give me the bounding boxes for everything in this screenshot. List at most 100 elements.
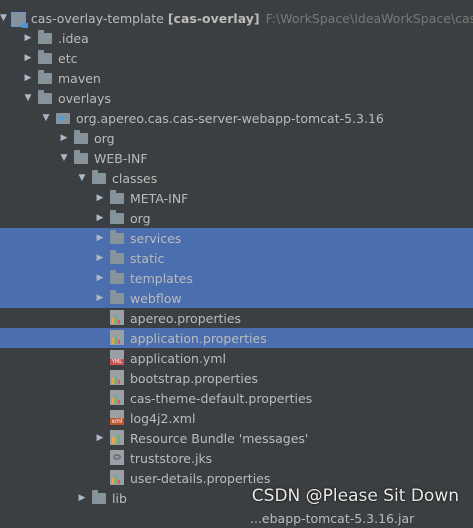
- folder-icon: [110, 250, 126, 266]
- tree-row-label: .idea: [58, 30, 89, 46]
- tree-row[interactable]: META-INF: [0, 188, 473, 208]
- folder-icon: [110, 270, 126, 286]
- tree-row-label: static: [130, 250, 165, 266]
- tree-row-root[interactable]: cas-overlay-template [cas-overlay] F:\Wo…: [0, 8, 473, 28]
- tree-row[interactable]: WEB-INF: [0, 148, 473, 168]
- tree-row-label: user-details.properties: [130, 470, 271, 486]
- tree-row[interactable]: Resource Bundle 'messages': [0, 428, 473, 448]
- arrow-spacer: [94, 308, 106, 328]
- tree-row[interactable]: user-details.properties: [0, 468, 473, 488]
- tree-row[interactable]: static: [0, 248, 473, 268]
- root-name: cas-overlay-template: [30, 10, 164, 26]
- expanded-arrow-icon[interactable]: [58, 148, 70, 168]
- tree-row-label: truststore.jks: [130, 450, 213, 466]
- tree-row-label: services: [130, 230, 182, 246]
- expand-arrow-icon[interactable]: [0, 8, 7, 28]
- properties-file-icon: [110, 470, 126, 486]
- expanded-arrow-icon[interactable]: [40, 108, 52, 128]
- tree-row[interactable]: templates: [0, 268, 473, 288]
- collapsed-arrow-icon[interactable]: [94, 288, 106, 308]
- collapsed-arrow-icon[interactable]: [58, 128, 70, 148]
- folder-icon: [74, 130, 90, 146]
- tree-row[interactable]: .idea: [0, 28, 473, 48]
- arrow-spacer: [94, 328, 106, 348]
- tree-row[interactable]: YML application.yml: [0, 348, 473, 368]
- package-folder-icon: [56, 110, 72, 126]
- tree-row-label: bootstrap.properties: [130, 370, 259, 386]
- tree-row-label: org.apereo.cas.cas-server-webapp-tomcat-…: [76, 110, 384, 126]
- collapsed-arrow-icon[interactable]: [94, 188, 106, 208]
- tree-row-label: org: [94, 130, 115, 146]
- folder-icon: [110, 290, 126, 306]
- tree-row[interactable]: cas-theme-default.properties: [0, 388, 473, 408]
- collapsed-arrow-icon[interactable]: [76, 488, 88, 508]
- xml-file-icon: xml: [110, 410, 126, 426]
- properties-file-icon: [110, 330, 126, 346]
- expanded-arrow-icon[interactable]: [22, 88, 34, 108]
- tree-row-label: WEB-INF: [94, 150, 148, 166]
- tree-row-label: application.yml: [130, 350, 226, 366]
- tree-row[interactable]: webflow: [0, 288, 473, 308]
- collapsed-arrow-icon[interactable]: [22, 68, 34, 88]
- tree-row[interactable]: org.apereo.cas.cas-server-webapp-tomcat-…: [0, 108, 473, 128]
- tree-row[interactable]: truststore.jks: [0, 448, 473, 468]
- collapsed-arrow-icon[interactable]: [22, 28, 34, 48]
- folder-icon: [38, 50, 54, 66]
- tree-row[interactable]: application.properties: [0, 328, 473, 348]
- collapsed-arrow-icon[interactable]: [94, 208, 106, 228]
- tree-row-label: application.properties: [130, 330, 267, 346]
- tree-row-label: Resource Bundle 'messages': [130, 430, 309, 446]
- tree-row-label: org: [130, 210, 151, 226]
- tree-row-label: classes: [112, 170, 158, 186]
- tree-row[interactable]: xml log4j2.xml: [0, 408, 473, 428]
- tree-row[interactable]: overlays: [0, 88, 473, 108]
- tree-row[interactable]: maven: [0, 68, 473, 88]
- module-icon: [10, 10, 28, 28]
- tree-row[interactable]: classes: [0, 168, 473, 188]
- folder-icon: [38, 30, 54, 46]
- tree-row[interactable]: etc: [0, 48, 473, 68]
- tree-row-label: maven: [58, 70, 101, 86]
- arrow-spacer: [94, 468, 106, 488]
- tree-row-partial[interactable]: ...ebapp-tomcat-5.3.16.jar: [0, 508, 473, 528]
- resource-bundle-icon: [110, 430, 126, 446]
- folder-icon: [38, 90, 54, 106]
- tree-row[interactable]: services: [0, 228, 473, 248]
- properties-file-icon: [110, 310, 126, 326]
- yaml-file-icon: YML: [110, 350, 126, 366]
- tree-row-label: webflow: [130, 290, 182, 306]
- tree-row[interactable]: org: [0, 128, 473, 148]
- arrow-spacer: [94, 448, 106, 468]
- tree-row-label: META-INF: [130, 190, 189, 206]
- expanded-arrow-icon[interactable]: [76, 168, 88, 188]
- tree-row-label: log4j2.xml: [130, 410, 196, 426]
- collapsed-arrow-icon[interactable]: [94, 248, 106, 268]
- tree-row[interactable]: bootstrap.properties: [0, 368, 473, 388]
- tree-row-label: overlays: [58, 90, 111, 106]
- folder-icon: [74, 150, 90, 166]
- tree-row-label: cas-theme-default.properties: [130, 390, 313, 406]
- collapsed-arrow-icon[interactable]: [94, 228, 106, 248]
- folder-icon: [110, 210, 126, 226]
- properties-file-icon: [110, 390, 126, 406]
- keystore-file-icon: [110, 450, 126, 466]
- arrow-spacer: [94, 348, 106, 368]
- folder-icon: [110, 230, 126, 246]
- arrow-spacer: [94, 388, 106, 408]
- tree-row[interactable]: org: [0, 208, 473, 228]
- tree-row-label: templates: [130, 270, 193, 286]
- arrow-spacer: [94, 368, 106, 388]
- root-module-tag: [cas-overlay]: [167, 10, 260, 26]
- tree-row-label: etc: [58, 50, 78, 66]
- folder-icon: [92, 490, 108, 506]
- properties-file-icon: [110, 370, 126, 386]
- tree-row[interactable]: apereo.properties: [0, 308, 473, 328]
- tree-row-label: apereo.properties: [130, 310, 242, 326]
- collapsed-arrow-icon[interactable]: [94, 428, 106, 448]
- collapsed-arrow-icon[interactable]: [94, 268, 106, 288]
- watermark: CSDN @Please Sit Down: [251, 486, 459, 506]
- folder-icon: [92, 170, 108, 186]
- collapsed-arrow-icon[interactable]: [22, 48, 34, 68]
- tree-row-label: lib: [112, 490, 127, 506]
- folder-icon: [110, 190, 126, 206]
